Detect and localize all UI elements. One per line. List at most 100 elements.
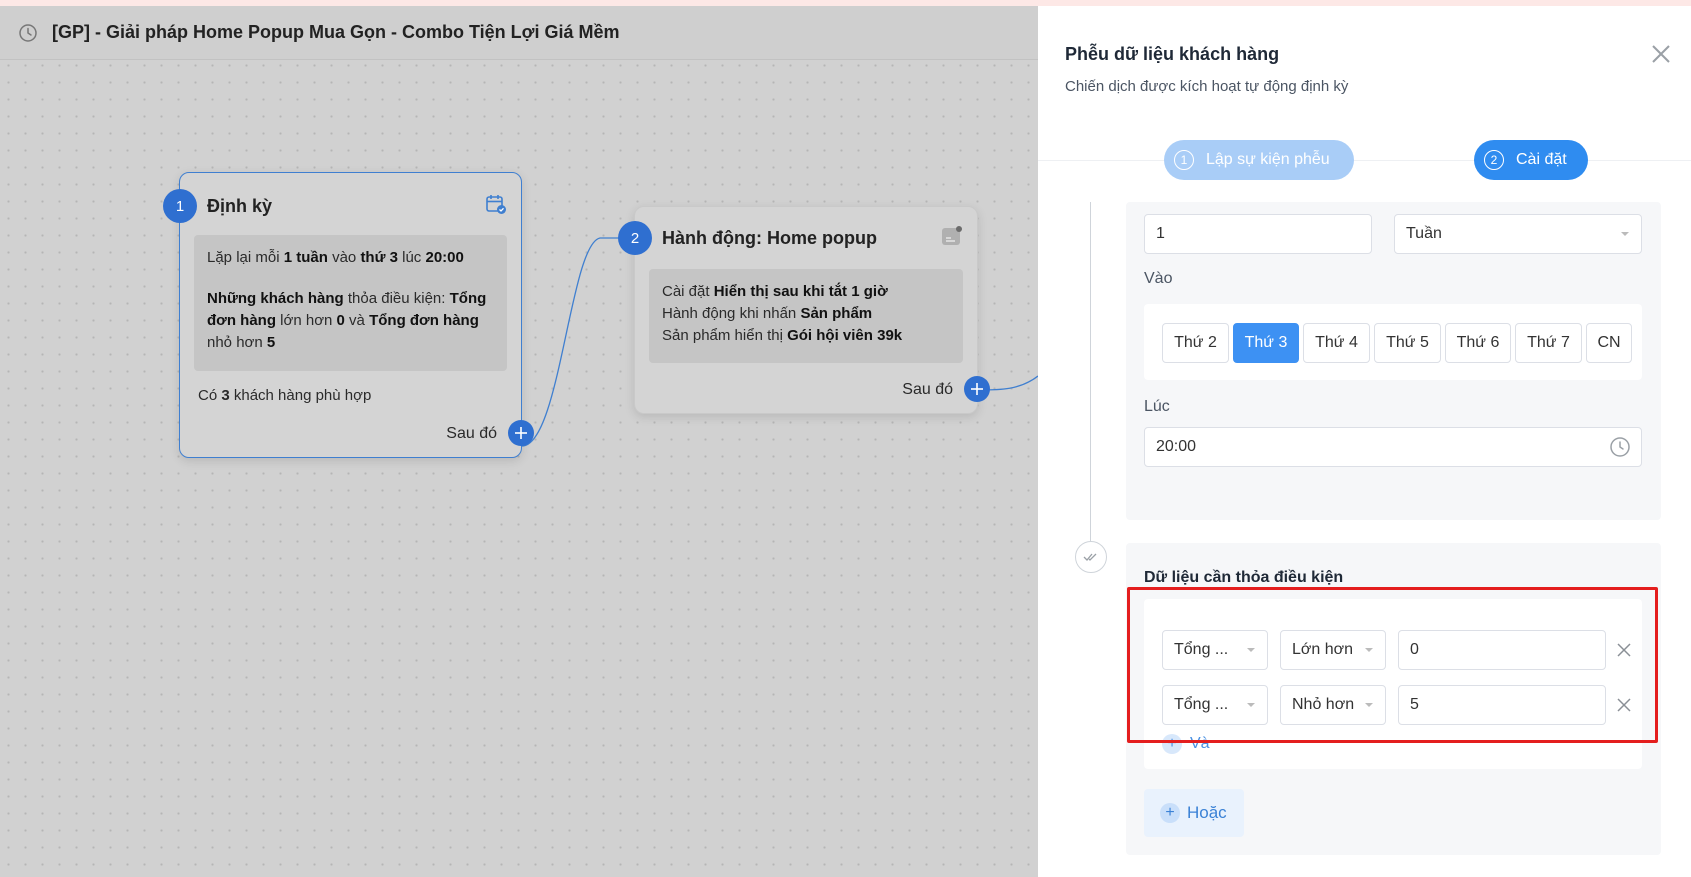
select-value: Tổng ...	[1174, 696, 1229, 713]
day-wed-button[interactable]: Thứ 4	[1303, 323, 1370, 363]
day-thu-button[interactable]: Thứ 5	[1374, 323, 1441, 363]
chevron-down-icon	[1247, 703, 1255, 707]
text: thỏa điều kiện:	[343, 290, 450, 307]
time-picker-input[interactable]: 20:00	[1144, 427, 1642, 467]
text-bold: Hiển thị sau khi tắt 1 giờ	[713, 283, 888, 300]
chevron-down-icon	[1621, 232, 1629, 236]
step-label: Cài đặt	[1516, 151, 1567, 168]
then-label: Sau đó	[446, 425, 497, 442]
text-bold: Tổng	[449, 290, 487, 307]
node-number-badge: 2	[618, 221, 652, 255]
node-title: Hành động: Home popup	[662, 228, 877, 248]
trigger-node-periodic[interactable]: 1 Định kỳ Lặp lại mỗi 1 tuần vào thứ 3 l…	[163, 172, 534, 458]
input-value: 5	[1410, 696, 1419, 713]
text-bold: Những khách hàng	[207, 290, 344, 307]
text-bold: Sản phẩm	[800, 305, 873, 322]
select-value: Nhỏ hơn	[1292, 696, 1355, 713]
chevron-down-icon	[1365, 703, 1373, 707]
add-next-step-button[interactable]	[508, 420, 534, 446]
condition-value-input[interactable]: 0	[1398, 630, 1606, 670]
popup-icon	[941, 225, 963, 247]
condition-field-select[interactable]: Tổng ...	[1162, 630, 1268, 670]
workflow-canvas[interactable]: [GP] - Giải pháp Home Popup Mua Gọn - Co…	[0, 6, 1038, 877]
schedule-summary: Lặp lại mỗi 1 tuần vào thứ 3 lúc 20:00 N…	[194, 235, 507, 371]
day-sat-button[interactable]: Thứ 7	[1515, 323, 1582, 363]
settings-panel: Phễu dữ liệu khách hàng Chiến dịch được …	[1038, 6, 1691, 877]
text: nhỏ hơn	[207, 334, 267, 351]
text: Sản phẩm hiển thị	[662, 327, 788, 344]
select-value: Tổng ...	[1174, 641, 1229, 658]
schedule-card: 1 Tuần Vào Thứ 2 Thứ 3 Thứ 4 Thứ 5 Thứ 6…	[1126, 202, 1661, 520]
calendar-check-icon	[485, 193, 507, 215]
plus-icon: +	[1162, 734, 1182, 754]
text: Có	[198, 387, 222, 404]
text-bold: 0	[336, 312, 345, 329]
then-label: Sau đó	[902, 381, 953, 398]
double-check-icon	[1075, 541, 1107, 573]
condition-operator-select[interactable]: Lớn hơn	[1280, 630, 1386, 670]
panel-subtitle: Chiến dịch được kích hoạt tự động định k…	[1065, 78, 1349, 95]
steps-divider	[1038, 160, 1691, 161]
step-label: Lập sự kiện phễu	[1206, 151, 1330, 168]
chevron-down-icon	[1365, 648, 1373, 652]
condition-field-select[interactable]: Tổng ...	[1162, 685, 1268, 725]
text-bold: 5	[266, 334, 276, 351]
text-bold: Gói hội viên 39k	[787, 327, 903, 344]
day-mon-button[interactable]: Thứ 2	[1162, 323, 1229, 363]
step-number: 1	[1174, 150, 1194, 170]
chevron-down-icon	[1247, 648, 1255, 652]
step-funnel-event[interactable]: 1 Lập sự kiện phễu	[1164, 140, 1354, 180]
panel-title: Phễu dữ liệu khách hàng	[1065, 44, 1280, 64]
day-tue-button[interactable]: Thứ 3	[1233, 323, 1299, 363]
text: Cài đặt	[662, 283, 714, 300]
repeat-interval-input[interactable]: 1	[1144, 214, 1372, 254]
weekday-picker: Thứ 2 Thứ 3 Thứ 4 Thứ 5 Thứ 6 Thứ 7 CN	[1144, 304, 1642, 380]
add-and-condition-button[interactable]: + Và	[1162, 734, 1210, 754]
action-node-home-popup[interactable]: 2 Hành động: Home popup Cài đặt Hiển thị…	[618, 206, 990, 414]
match-count: 3	[221, 387, 230, 404]
input-value: 20:00	[1156, 438, 1197, 455]
condition-value-input[interactable]: 5	[1398, 685, 1606, 725]
button-label: Và	[1190, 735, 1210, 752]
close-icon[interactable]	[1649, 42, 1673, 66]
condition-group: Tổng ... Lớn hơn 0 Tổng ... Nhỏ hơn 5 + …	[1144, 599, 1642, 769]
text: vào	[327, 249, 361, 266]
input-value: 1	[1156, 225, 1165, 242]
day-sun-button[interactable]: CN	[1586, 323, 1632, 363]
select-value: Tuần	[1406, 225, 1442, 242]
text-bold: Tổng đơn hàng	[369, 312, 479, 329]
text: khách hàng phù hợp	[229, 387, 372, 404]
text: Hành động khi nhấn	[662, 305, 801, 322]
step-number: 2	[1484, 150, 1504, 170]
repeat-unit-select[interactable]: Tuần	[1394, 214, 1642, 254]
remove-condition-icon[interactable]	[1614, 695, 1634, 715]
node-title: Định kỳ	[207, 196, 273, 216]
on-label: Vào	[1144, 270, 1173, 287]
at-label: Lúc	[1144, 398, 1170, 415]
add-next-step-button[interactable]	[964, 376, 990, 402]
plus-icon: +	[1160, 803, 1180, 823]
matching-customers: Có 3 khách hàng phù hợp	[198, 387, 371, 404]
step-settings[interactable]: 2 Cài đặt	[1474, 140, 1588, 180]
clock-icon	[1609, 436, 1631, 458]
button-label: Hoặc	[1187, 803, 1227, 822]
node-number-badge: 1	[163, 189, 197, 223]
text-bold: thứ 3	[360, 249, 398, 266]
history-icon[interactable]	[18, 23, 38, 43]
text: lớn hơn	[276, 312, 337, 329]
text: và	[344, 312, 370, 329]
conditions-title: Dữ liệu cần thỏa điều kiện	[1144, 569, 1344, 586]
canvas-header: [GP] - Giải pháp Home Popup Mua Gọn - Co…	[0, 6, 1038, 60]
text: Lặp lại mỗi	[207, 249, 284, 266]
remove-condition-icon[interactable]	[1614, 640, 1634, 660]
add-or-group-button[interactable]: + Hoặc	[1144, 789, 1244, 837]
text: lúc	[397, 249, 426, 266]
campaign-title: [GP] - Giải pháp Home Popup Mua Gọn - Co…	[52, 22, 620, 42]
input-value: 0	[1410, 641, 1419, 658]
conditions-card: Dữ liệu cần thỏa điều kiện Tổng ... Lớn …	[1126, 543, 1661, 855]
condition-operator-select[interactable]: Nhỏ hơn	[1280, 685, 1386, 725]
day-fri-button[interactable]: Thứ 6	[1445, 323, 1511, 363]
popup-summary: Cài đặt Hiển thị sau khi tắt 1 giờ Hành …	[649, 269, 963, 363]
timeline-line	[1090, 202, 1091, 542]
select-value: Lớn hơn	[1292, 641, 1354, 658]
